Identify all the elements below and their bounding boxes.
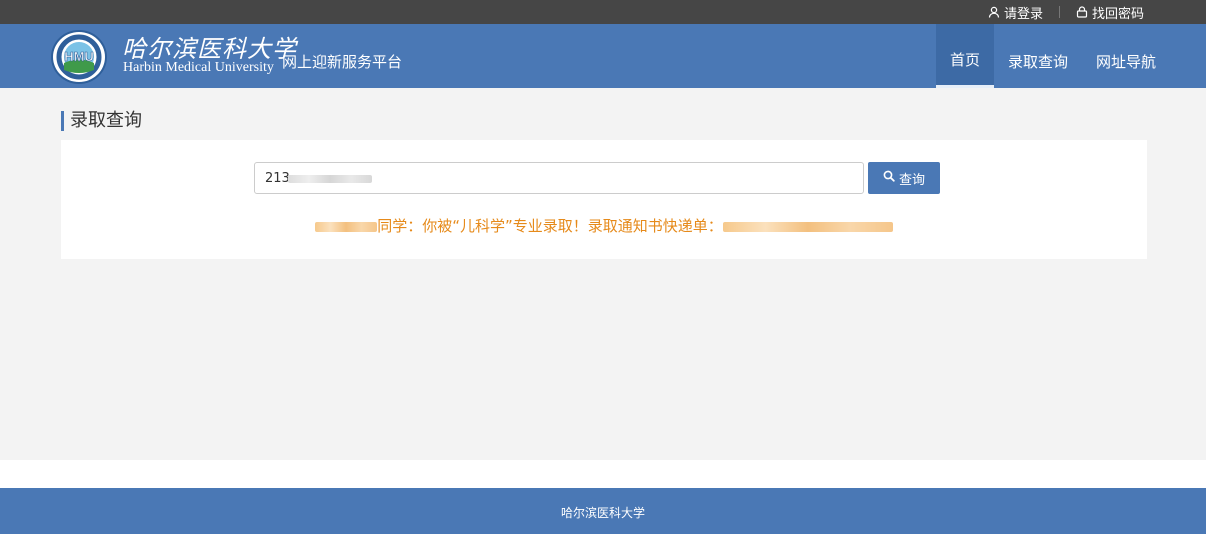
result-message: 同学：你被“儿科学”专业录取！录取通知书快递单： xyxy=(377,217,723,235)
redacted-input-value xyxy=(288,175,372,183)
footer-spacer xyxy=(0,460,1206,488)
top-bar: 请登录 找回密码 xyxy=(0,0,1206,24)
login-link[interactable]: 请登录 xyxy=(988,3,1043,22)
site-header: HMU 哈尔滨医科大学 Harbin Medical University 网上… xyxy=(0,24,1206,88)
lock-icon xyxy=(1076,6,1088,18)
main-nav: 首页 录取查询 网址导航 xyxy=(935,24,1170,88)
find-password-link[interactable]: 找回密码 xyxy=(1076,3,1144,22)
top-links: 请登录 找回密码 xyxy=(988,0,1144,24)
site-footer: 哈尔滨医科大学 xyxy=(0,488,1206,534)
nav-home[interactable]: 首页 xyxy=(935,24,994,88)
divider xyxy=(1058,6,1060,18)
redacted-student-name xyxy=(315,221,378,232)
find-password-label: 找回密码 xyxy=(1091,6,1144,22)
nav-admission-query[interactable]: 录取查询 xyxy=(994,24,1082,88)
page-title: 录取查询 xyxy=(61,111,142,131)
university-logo[interactable]: HMU xyxy=(51,30,107,84)
search-button[interactable]: 查询 xyxy=(868,162,940,194)
logo-english: Harbin Medical University xyxy=(123,60,274,75)
footer-text: 哈尔滨医科大学 xyxy=(560,506,645,520)
logo-script: 哈尔滨医科大学 xyxy=(122,35,297,63)
platform-name: 网上迎新服务平台 xyxy=(282,53,403,71)
admission-result: 同学：你被“儿科学”专业录取！录取通知书快递单： xyxy=(61,215,1147,236)
search-button-label: 查询 xyxy=(898,172,925,188)
nav-site-navigation[interactable]: 网址导航 xyxy=(1082,24,1170,88)
redacted-tracking-number xyxy=(722,221,893,232)
query-card: 查询 同学：你被“儿科学”专业录取！录取通知书快递单： xyxy=(61,140,1147,259)
search-icon xyxy=(883,170,895,186)
user-icon xyxy=(988,6,1000,18)
logo-text: HMU xyxy=(64,49,94,64)
login-label: 请登录 xyxy=(1003,6,1043,22)
